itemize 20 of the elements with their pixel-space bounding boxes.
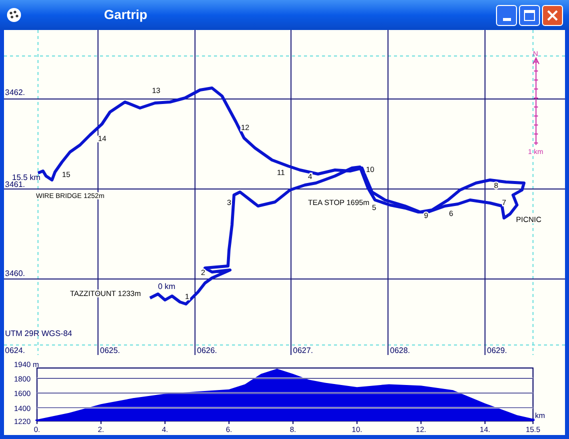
grid-label: 0626. xyxy=(197,346,218,355)
distance-label: 15.5 km xyxy=(12,173,40,182)
maximize-button[interactable] xyxy=(519,4,540,26)
distance-label: 0 km xyxy=(158,282,176,291)
grid-label: 0624. xyxy=(5,346,26,355)
maximize-icon xyxy=(524,10,535,20)
grid-label: 0629. xyxy=(487,346,508,355)
grid-label: 3461. xyxy=(5,180,26,189)
app-icon xyxy=(6,7,22,23)
window-title: Gartrip xyxy=(104,6,148,24)
datum-label: UTM 29R WGS-84 xyxy=(5,329,72,338)
grid-label: 3460. xyxy=(5,269,26,278)
grid-label: 0628. xyxy=(390,346,410,355)
close-button[interactable] xyxy=(542,4,563,26)
grid-label: 3462. xyxy=(5,88,26,97)
minimize-icon xyxy=(502,18,510,20)
grid-label: 0625. xyxy=(100,346,120,355)
minimize-button[interactable] xyxy=(496,4,517,26)
grid-label: 0627. xyxy=(293,346,314,355)
close-icon xyxy=(547,10,558,20)
